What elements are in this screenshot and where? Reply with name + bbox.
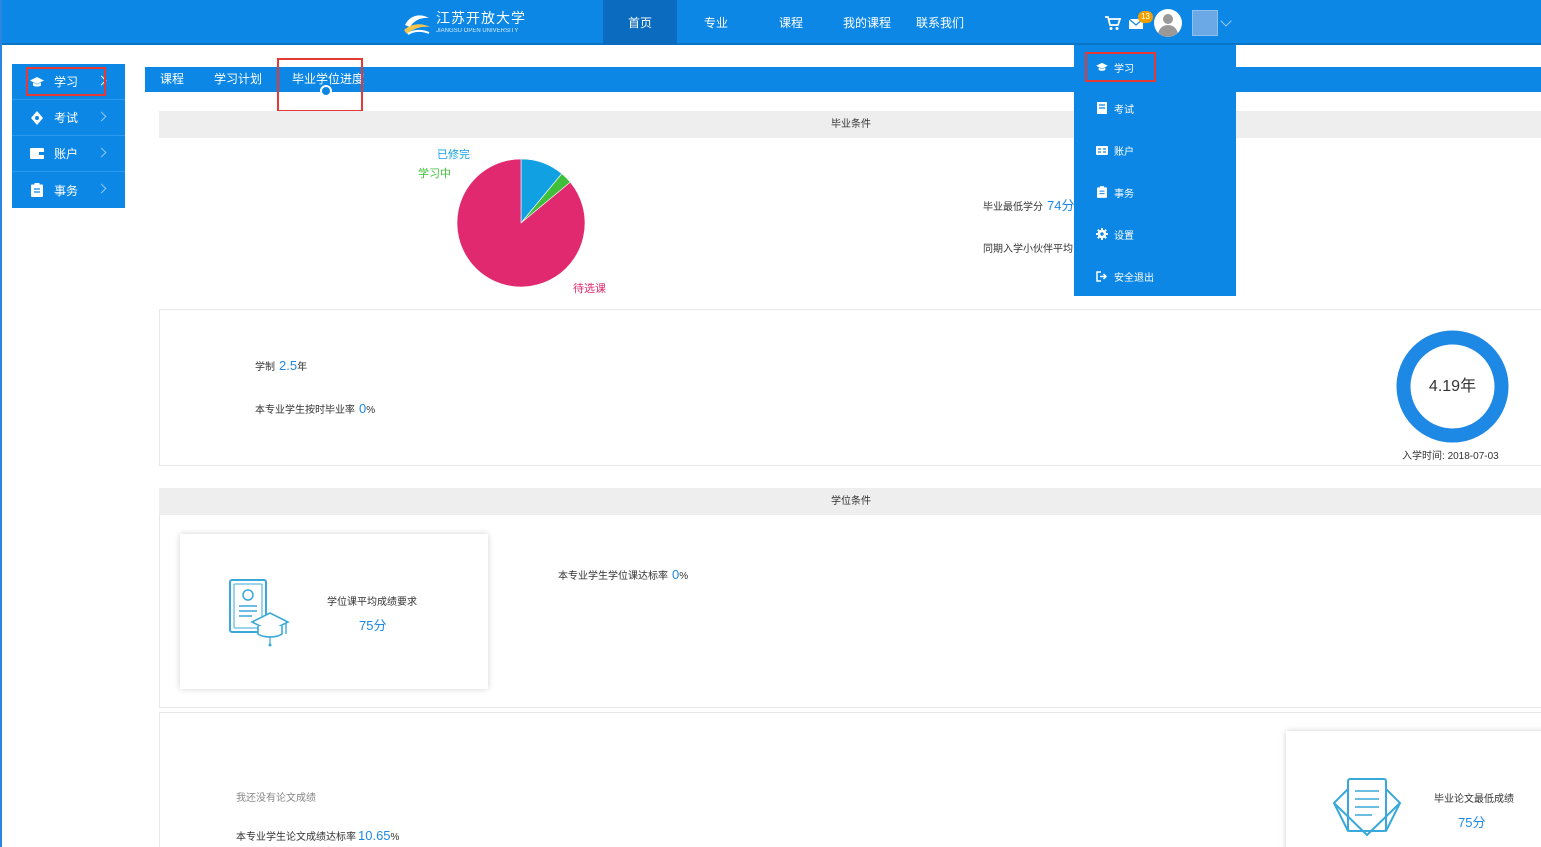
pie-label-pending: 待选课 [573,281,606,295]
app-window: 江苏开放大学 JIANGSU OPEN UNIVERSITY 首页 专业 课程 … [0,0,1541,847]
certificate-icon [228,578,290,653]
thesis-card-value: 75分 [1458,815,1486,830]
user-dropdown-menu: 学习 考试 账户 事务 设置 安全退出 [1074,45,1236,296]
term-panel [159,309,1541,466]
study-duration-ring: 4.19年 [1396,330,1509,443]
degree-rate-label: 本专业学生学位课达标率 [558,571,668,582]
menu-item-logout[interactable]: 安全退出 [1074,261,1236,291]
sidebar-item-exam[interactable]: 考试 [12,100,125,136]
main-nav: 首页 专业 课程 我的课程 联系我们 [603,0,973,45]
sidebar-item-account[interactable]: 账户 [12,136,125,172]
chevron-right-icon [96,147,107,158]
min-credit-value: 74分 [1047,198,1075,213]
chevron-right-icon [96,111,107,122]
menu-item-label: 安全退出 [1114,272,1154,284]
logo-english-name: JIANGSU OPEN UNIVERSITY [436,28,519,34]
menu-item-label: 事务 [1114,188,1134,200]
user-menu-box[interactable] [1192,10,1218,36]
menu-item-settings[interactable]: 设置 [1074,219,1236,249]
thesis-card-label: 毕业论文最低成绩 [1434,794,1514,805]
thesis-document-icon [1330,775,1404,844]
nav-major[interactable]: 专业 [677,0,755,45]
sidebar-item-label: 考试 [54,111,79,125]
min-credit-row: 毕业最低学分 74分 [983,195,1074,214]
tab-course[interactable]: 课程 [160,67,184,92]
study-system-unit: 年 [297,362,308,373]
mail-icon[interactable]: 13 [1128,11,1153,32]
enroll-date-label: 入学时间: [1402,451,1445,462]
header-tools: 13 [1104,9,1232,37]
chevron-down-icon[interactable] [1220,15,1232,27]
sidebar-item-label: 事务 [54,183,79,198]
graduation-pie-chart: 已修完学习中待选课 [159,138,779,308]
thesis-card: 毕业论文最低成绩 75分 [1286,731,1541,847]
book-icon [1096,102,1108,114]
menu-item-account[interactable]: 账户 [1074,135,1236,165]
pie-chart-svg: 已修完学习中待选课 [418,147,606,295]
graduation-conditions-header: 毕业条件 [159,111,1541,138]
pie-label-studying: 学习中 [418,166,451,180]
degree-rate-unit: % [679,571,689,582]
menu-item-label: 设置 [1114,230,1134,242]
tab-study-plan[interactable]: 学习计划 [214,67,262,92]
id-card-icon [1096,144,1108,156]
nav-contact[interactable]: 联系我们 [907,0,973,45]
logo-emblem-icon [402,9,432,37]
menu-item-label: 考试 [1114,104,1134,116]
thesis-rate-value: 10.65 [358,828,391,843]
degree-card-value: 75分 [359,618,387,633]
pie-label-done: 已修完 [437,147,470,161]
nav-my-courses[interactable]: 我的课程 [827,0,907,45]
sidebar-item-label: 账户 [54,147,79,161]
logout-icon [1096,270,1108,282]
wallet-icon [30,147,44,161]
ring-value: 4.19年 [1428,378,1477,395]
chevron-right-icon [96,183,107,194]
thesis-rate-unit: % [390,832,400,843]
degree-rate-row: 本专业学生学位课达标率 0% [558,567,688,582]
top-navigation-bar: 江苏开放大学 JIANGSU OPEN UNIVERSITY 首页 专业 课程 … [2,0,1541,45]
ontime-rate-label: 本专业学生按时毕业率 [255,405,355,416]
gear-icon [1096,228,1108,240]
cart-icon[interactable] [1104,14,1122,32]
thesis-rate-label: 本专业学生论文成绩达标率 [236,832,356,843]
highlight-box-graduation-tab [277,58,363,112]
avatar[interactable] [1154,9,1182,37]
clipboard-icon [1096,186,1108,198]
highlight-box-menu-study [1085,52,1156,82]
thesis-rate-row: 本专业学生论文成绩达标率 10.65% [236,828,399,843]
nav-home[interactable]: 首页 [603,0,677,45]
menu-item-exam[interactable]: 考试 [1074,93,1236,123]
university-logo[interactable]: 江苏开放大学 JIANGSU OPEN UNIVERSITY [402,8,526,38]
enroll-date-value: 2018-07-03 [1447,451,1499,462]
sidebar-item-affairs[interactable]: 事务 [12,172,125,208]
degree-card-label: 学位课平均成绩要求 [327,597,417,608]
ontime-rate-row: 本专业学生按时毕业率 0% [255,401,375,416]
compass-icon [30,110,44,125]
ontime-rate-unit: % [366,405,376,416]
study-system-value: 2.5 [279,358,298,373]
highlight-box-sidebar-study [26,67,106,96]
study-system-row: 学制 2.5年 [255,358,307,373]
min-credit-label: 毕业最低学分 [983,202,1043,213]
study-system-label: 学制 [255,362,275,373]
nav-course[interactable]: 课程 [755,0,827,45]
mail-count-badge: 13 [1138,11,1153,23]
thesis-no-score-text: 我还没有论文成绩 [236,793,316,804]
degree-conditions-header: 学位条件 [159,488,1541,515]
enroll-date-row: 入学时间: 2018-07-03 [1402,447,1499,462]
menu-item-affairs[interactable]: 事务 [1074,177,1236,207]
peer-average-label: 同期入学小伙伴平均 [983,244,1073,255]
logo-chinese-name: 江苏开放大学 [436,11,526,27]
menu-item-label: 账户 [1114,146,1134,158]
degree-course-card: 学位课平均成绩要求 75分 [180,534,488,689]
clipboard-icon [30,183,44,197]
